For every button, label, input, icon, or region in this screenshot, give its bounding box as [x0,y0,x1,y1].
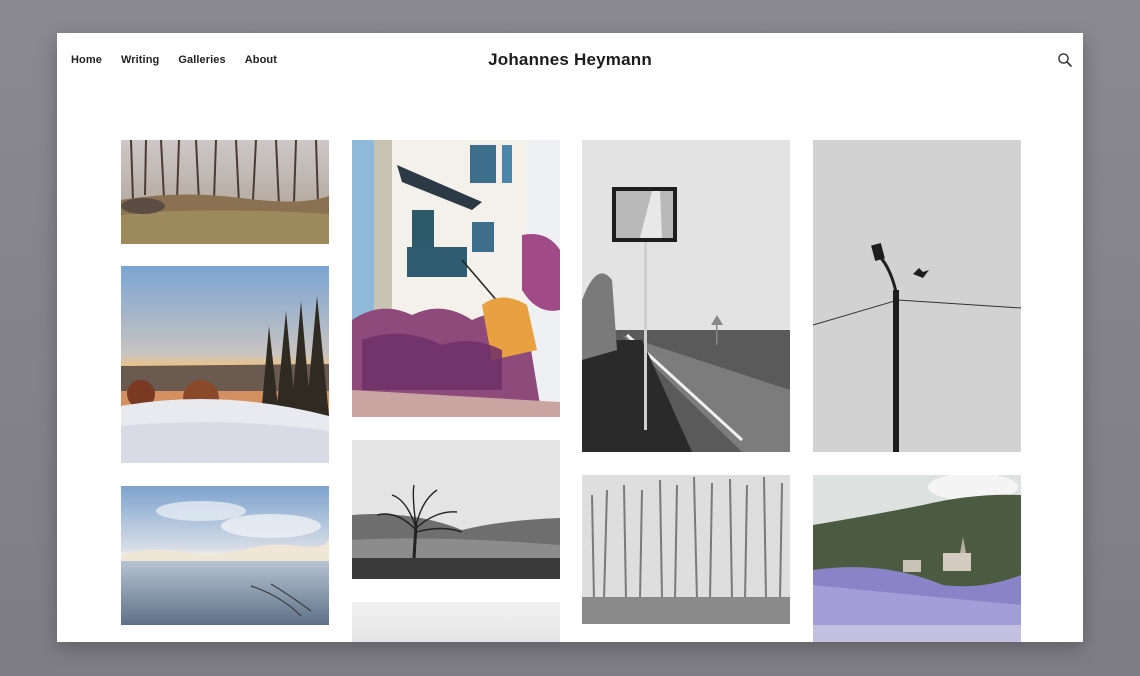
photo-hillside-village[interactable] [813,475,1021,642]
browser-page: Home Writing Galleries About Johannes He… [57,33,1083,642]
photo-foggy-landscape[interactable] [352,602,560,642]
search-icon [1058,53,1072,67]
photo-winter-sunset-trees[interactable] [121,266,329,463]
search-button[interactable] [1057,52,1073,68]
photo-road-mirror-sign[interactable] [582,140,790,452]
photo-streetlamp-bird[interactable] [813,140,1021,452]
site-title[interactable]: Johannes Heymann [57,50,1083,70]
photo-frozen-lake[interactable] [121,486,329,625]
photo-lone-tree-hills[interactable] [352,440,560,579]
photo-birch-forest[interactable] [582,475,790,624]
photo-forest-path[interactable] [121,140,329,244]
photo-house-with-flowers[interactable] [352,140,560,417]
